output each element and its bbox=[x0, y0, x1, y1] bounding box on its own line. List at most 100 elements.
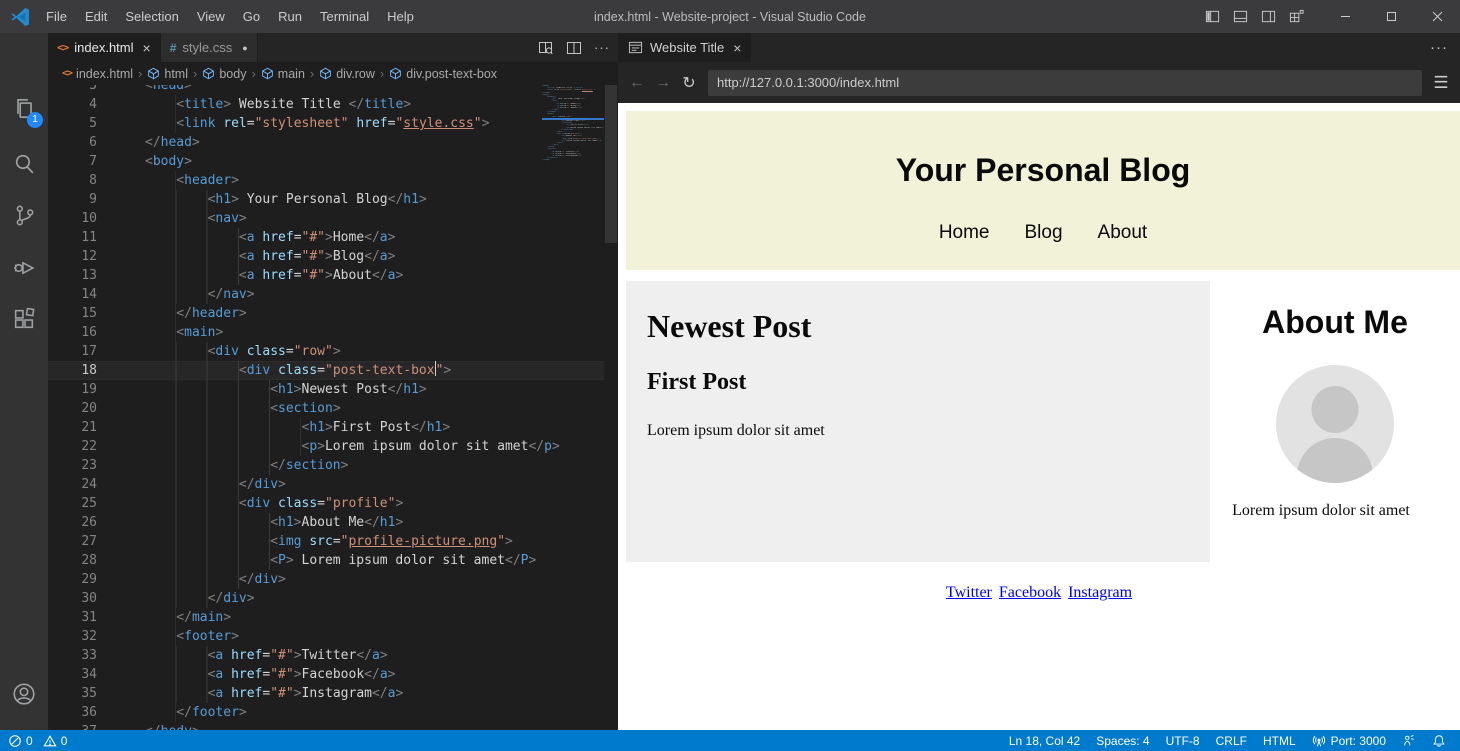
split-editor-icon[interactable] bbox=[566, 40, 582, 56]
tab-close-icon[interactable]: × bbox=[143, 40, 151, 56]
code-line[interactable]: 5<link rel="stylesheet" href="style.css"… bbox=[48, 114, 604, 133]
code-line-content[interactable]: <a href="#">Twitter</a> bbox=[145, 646, 388, 665]
accounts-icon[interactable] bbox=[0, 670, 48, 718]
tab-close-icon[interactable]: × bbox=[733, 40, 741, 56]
code-editor[interactable]: 3<head>4<title> Website Title </title>5<… bbox=[48, 85, 618, 730]
menu-item[interactable]: Go bbox=[234, 0, 269, 33]
code-line-content[interactable]: <img src="profile-picture.png"> bbox=[145, 532, 513, 551]
code-line[interactable]: 8<header> bbox=[48, 171, 604, 190]
code-line[interactable]: 15</header> bbox=[48, 304, 604, 323]
toggle-primary-sidebar-icon[interactable] bbox=[1205, 9, 1220, 24]
code-line[interactable]: 23</section> bbox=[48, 456, 604, 475]
code-line-content[interactable]: </div> bbox=[145, 475, 286, 494]
code-line[interactable]: 18<div class="post-text-box"> bbox=[48, 361, 604, 380]
code-line-content[interactable]: <footer> bbox=[145, 627, 239, 646]
menu-item[interactable]: Help bbox=[378, 0, 423, 33]
language-mode[interactable]: HTML bbox=[1255, 734, 1304, 748]
code-line-content[interactable]: </div> bbox=[145, 570, 286, 589]
warnings-count[interactable]: 0 bbox=[61, 734, 68, 748]
code-line[interactable]: 31</main> bbox=[48, 608, 604, 627]
code-line-content[interactable]: <a href="#">Facebook</a> bbox=[145, 665, 395, 684]
code-line[interactable]: 9<h1> Your Personal Blog</h1> bbox=[48, 190, 604, 209]
breadcrumb-item[interactable]: body bbox=[202, 67, 246, 81]
cursor-position[interactable]: Ln 18, Col 42 bbox=[1001, 734, 1088, 748]
code-line[interactable]: 26<h1>About Me</h1> bbox=[48, 513, 604, 532]
code-line-content[interactable]: <header> bbox=[145, 171, 239, 190]
code-line-content[interactable]: <body> bbox=[145, 152, 192, 171]
scrollbar-slider[interactable] bbox=[605, 85, 617, 243]
code-line[interactable]: 14</nav> bbox=[48, 285, 604, 304]
code-line[interactable]: 30</div> bbox=[48, 589, 604, 608]
code-line-content[interactable]: </nav> bbox=[145, 285, 255, 304]
preview-more-actions-icon[interactable]: ··· bbox=[1430, 39, 1448, 56]
code-line-content[interactable]: <head> bbox=[145, 85, 192, 95]
code-line[interactable]: 12<a href="#">Blog</a> bbox=[48, 247, 604, 266]
tab-index-html[interactable]: <> index.html × bbox=[48, 33, 161, 62]
code-line[interactable]: 36</footer> bbox=[48, 703, 604, 722]
more-actions-icon[interactable]: ··· bbox=[594, 40, 610, 55]
code-line[interactable]: 33<a href="#">Twitter</a> bbox=[48, 646, 604, 665]
nav-link[interactable]: About bbox=[1098, 222, 1148, 244]
browser-menu-icon[interactable]: ☰ bbox=[1422, 73, 1460, 93]
code-line[interactable]: 19<h1>Newest Post</h1> bbox=[48, 380, 604, 399]
errors-icon[interactable] bbox=[8, 734, 22, 748]
code-line[interactable]: 32<footer> bbox=[48, 627, 604, 646]
code-line-content[interactable]: <main> bbox=[145, 323, 223, 342]
warnings-icon[interactable] bbox=[43, 734, 57, 748]
tab-website-title[interactable]: Website Title × bbox=[618, 33, 752, 62]
encoding[interactable]: UTF-8 bbox=[1158, 734, 1208, 748]
source-control-icon[interactable] bbox=[0, 191, 48, 239]
code-line-content[interactable]: <title> Website Title </title> bbox=[145, 95, 411, 114]
minimap[interactable]: <head> <title> Website Title </title> <l… bbox=[542, 85, 604, 730]
code-line-content[interactable]: <P> Lorem ipsum dolor sit amet</P> bbox=[145, 551, 536, 570]
code-line-content[interactable]: <p>Lorem ipsum dolor sit amet</p> bbox=[145, 437, 560, 456]
code-line[interactable]: 11<a href="#">Home</a> bbox=[48, 228, 604, 247]
code-line[interactable]: 29</div> bbox=[48, 570, 604, 589]
indentation-setting[interactable]: Spaces: 4 bbox=[1088, 734, 1157, 748]
code-line-content[interactable]: <a href="#">Instagram</a> bbox=[145, 684, 403, 703]
modified-dot-icon[interactable]: ● bbox=[242, 43, 247, 53]
explorer-icon[interactable]: 1 bbox=[0, 85, 48, 133]
code-line[interactable]: 16<main> bbox=[48, 323, 604, 342]
code-line-content[interactable]: </main> bbox=[145, 608, 231, 627]
menu-item[interactable]: File bbox=[37, 0, 76, 33]
code-line-content[interactable]: <nav> bbox=[145, 209, 247, 228]
feedback-icon[interactable] bbox=[1394, 734, 1424, 748]
breadcrumb-item[interactable]: main bbox=[261, 67, 305, 81]
code-line-content[interactable]: <h1>First Post</h1> bbox=[145, 418, 450, 437]
editor-scrollbar[interactable] bbox=[604, 85, 618, 730]
code-line-content[interactable]: <div class="row"> bbox=[145, 342, 341, 361]
code-line[interactable]: 35<a href="#">Instagram</a> bbox=[48, 684, 604, 703]
footer-link[interactable]: Instagram bbox=[1068, 584, 1132, 602]
url-input[interactable] bbox=[708, 70, 1422, 96]
search-icon[interactable] bbox=[0, 139, 48, 187]
breadcrumb-item[interactable]: <>index.html bbox=[62, 67, 133, 81]
code-line[interactable]: 7<body> bbox=[48, 152, 604, 171]
code-line[interactable]: 22<p>Lorem ipsum dolor sit amet</p> bbox=[48, 437, 604, 456]
code-line-content[interactable]: </section> bbox=[145, 456, 348, 475]
breadcrumb-item[interactable]: html bbox=[147, 67, 188, 81]
breadcrumb-item[interactable]: div.post-text-box bbox=[389, 67, 497, 81]
code-line-content[interactable]: <h1>Newest Post</h1> bbox=[145, 380, 427, 399]
forward-icon[interactable]: → bbox=[650, 74, 676, 92]
tab-style-css[interactable]: # style.css ● bbox=[161, 33, 258, 62]
code-line-content[interactable]: </footer> bbox=[145, 703, 247, 722]
nav-link[interactable]: Blog bbox=[1025, 222, 1063, 244]
code-line[interactable]: 37</body> bbox=[48, 722, 604, 730]
code-line-content[interactable]: <h1> Your Personal Blog</h1> bbox=[145, 190, 427, 209]
code-line-content[interactable]: <a href="#">Blog</a> bbox=[145, 247, 395, 266]
menu-item[interactable]: Edit bbox=[76, 0, 116, 33]
notifications-bell-icon[interactable] bbox=[1424, 734, 1454, 748]
close-window-button[interactable] bbox=[1414, 0, 1460, 33]
live-server-port[interactable]: Port: 3000 bbox=[1304, 734, 1394, 748]
footer-link[interactable]: Twitter bbox=[946, 584, 992, 602]
code-line-content[interactable]: <div class="post-text-box"> bbox=[145, 361, 451, 380]
toggle-secondary-sidebar-icon[interactable] bbox=[1261, 9, 1276, 24]
menu-item[interactable]: Terminal bbox=[311, 0, 378, 33]
code-line[interactable]: 27<img src="profile-picture.png"> bbox=[48, 532, 604, 551]
code-line-content[interactable]: <a href="#">About</a> bbox=[145, 266, 403, 285]
code-line[interactable]: 4<title> Website Title </title> bbox=[48, 95, 604, 114]
menu-item[interactable]: Selection bbox=[116, 0, 187, 33]
code-line-content[interactable]: <a href="#">Home</a> bbox=[145, 228, 395, 247]
code-line-content[interactable]: </div> bbox=[145, 589, 255, 608]
